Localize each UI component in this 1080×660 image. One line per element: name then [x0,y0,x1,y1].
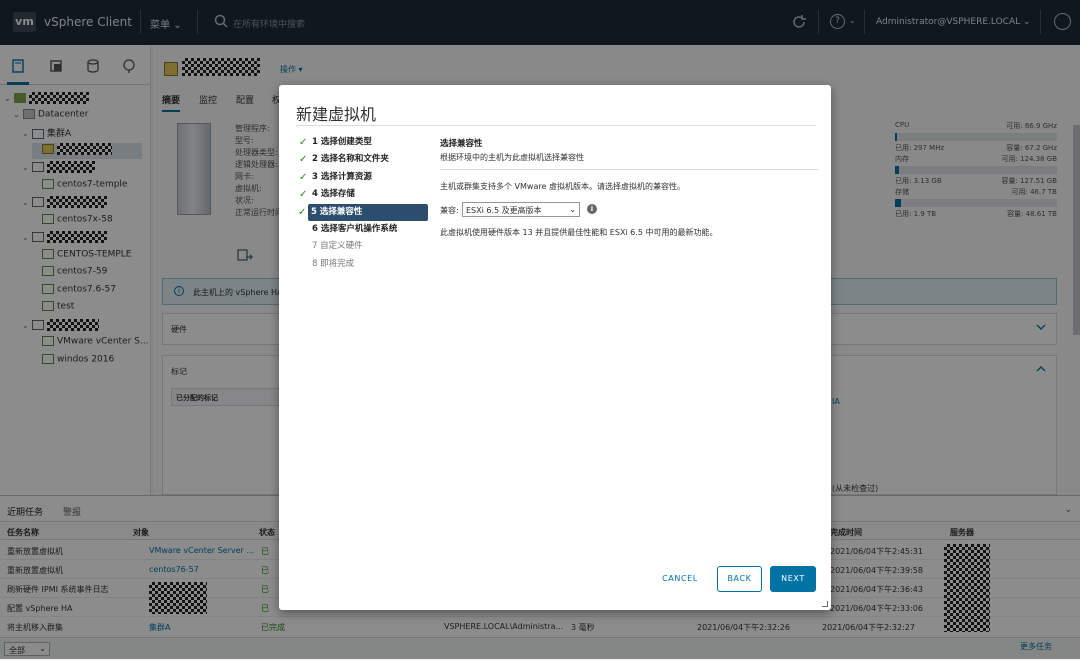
divider [296,125,816,126]
compatibility-select[interactable]: ESXi 6.5 及更高版本 ⌄ [462,202,580,217]
step-label: 5 选择兼容性 [311,206,363,217]
step-label: 8 即将完成 [312,258,355,269]
wizard-step[interactable]: ✓ 4 选择存储 [299,186,431,203]
step-label: 6 选择客户机操作系统 [312,223,398,234]
check-icon: ✓ [299,154,308,166]
check-icon: ✓ [299,171,308,183]
back-button[interactable]: BACK [717,566,762,592]
wizard-content: 选择兼容性 根据环境中的主机为此虚拟机选择兼容性 主机或群集支持多个 VMwar… [440,137,818,238]
step-label: 1 选择创建类型 [312,137,372,147]
info-icon[interactable]: i [587,204,597,214]
new-vm-wizard: 新建虚拟机 ✓ 1 选择创建类型 ✓ 2 选择名称和文件夹 ✓ 3 选择计算资源 ✓ 4… [279,85,831,610]
check-icon: ✓ [299,189,308,201]
wizard-title: 新建虚拟机 [296,105,377,124]
content-subtitle: 根据环境中的主机为此虚拟机选择兼容性 [440,152,818,170]
compatibility-value: ESXi 6.5 及更高版本 [466,206,542,215]
cancel-button[interactable]: CANCEL [656,566,704,592]
step-label: 7 自定义硬件 [312,241,363,252]
wizard-step[interactable]: ✓ 2 选择名称和文件夹 [299,151,431,168]
compatibility-label: 兼容: [440,206,459,215]
content-description: 主机或群集支持多个 VMware 虚拟机版本。请选择虚拟机的兼容性。 [440,182,685,191]
next-button[interactable]: NEXT [770,566,816,592]
check-icon: ✓ [299,137,308,148]
wizard-step: 8 即将完成 [299,256,431,273]
compatibility-note: 此虚拟机使用硬件版本 13 并且提供最佳性能和 ESXi 6.5 中可用的最新功… [440,228,718,237]
step-label: 3 选择计算资源 [312,171,372,182]
wizard-step[interactable]: ✓ 1 选择创建类型 [299,134,431,151]
wizard-step-current[interactable]: ✓ 5 选择兼容性 [298,203,428,221]
step-label: 2 选择名称和文件夹 [312,154,389,165]
wizard-step: 7 自定义硬件 [299,238,431,255]
step-label: 4 选择存储 [312,189,355,200]
check-icon: ✓ [298,206,307,218]
compatibility-row: 兼容: ESXi 6.5 及更高版本 ⌄ i [440,202,818,218]
wizard-step[interactable]: 6 选择客户机操作系统 [299,221,431,238]
wizard-steps: ✓ 1 选择创建类型 ✓ 2 选择名称和文件夹 ✓ 3 选择计算资源 ✓ 4 选择存储 … [298,134,431,273]
chevron-down-icon: ⌄ [569,205,576,214]
wizard-step[interactable]: ✓ 3 选择计算资源 [299,169,431,186]
resize-handle[interactable] [822,601,828,607]
content-title: 选择兼容性 [440,139,483,149]
